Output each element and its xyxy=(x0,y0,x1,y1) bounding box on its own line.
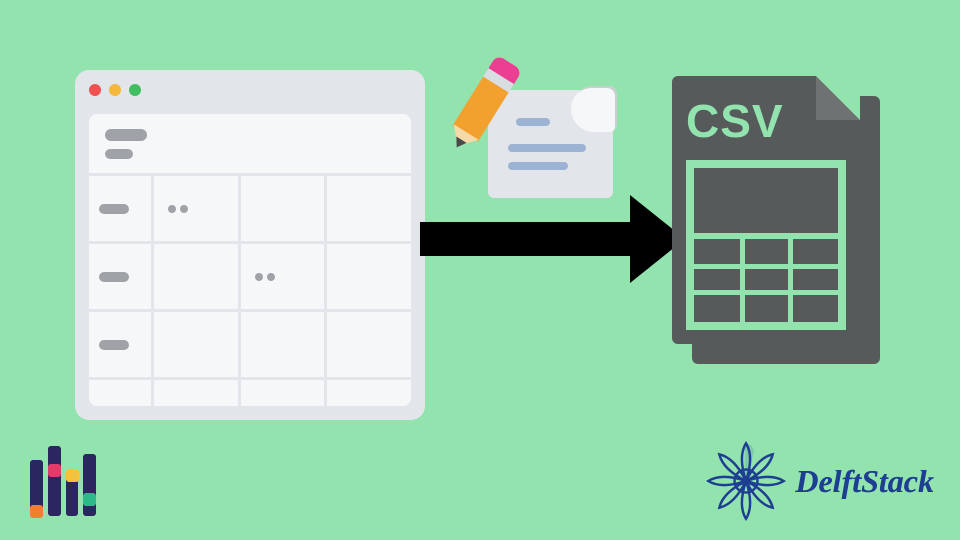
brand-name: DelftStack xyxy=(795,463,934,500)
diagram-canvas: CSV xyxy=(0,0,960,540)
traffic-light-minimize-icon xyxy=(109,84,121,96)
window-body xyxy=(89,114,411,406)
csv-file-icon: CSV xyxy=(672,76,882,376)
mandala-logo-icon: </> xyxy=(705,440,787,522)
paper-icon xyxy=(488,90,613,198)
bars-logo-icon xyxy=(30,444,96,516)
delftstack-brand: </> DelftStack xyxy=(705,440,934,522)
traffic-light-zoom-icon xyxy=(129,84,141,96)
csv-inner-table-icon xyxy=(686,160,846,330)
csv-label: CSV xyxy=(686,94,784,148)
csv-file-fold-icon xyxy=(816,76,860,120)
table-row xyxy=(89,244,411,312)
window-titlebar xyxy=(75,70,425,110)
table-grid xyxy=(89,176,411,406)
table-row xyxy=(89,312,411,380)
svg-text:</>: </> xyxy=(737,478,755,489)
table-row xyxy=(89,176,411,244)
spreadsheet-window-icon xyxy=(75,70,425,420)
paper-pencil-icon xyxy=(473,72,623,212)
paper-curl-icon xyxy=(571,86,617,132)
right-arrow-icon xyxy=(420,222,635,256)
table-row xyxy=(89,380,411,406)
traffic-light-close-icon xyxy=(89,84,101,96)
csv-file-front-icon: CSV xyxy=(672,76,860,344)
table-header xyxy=(89,114,411,176)
